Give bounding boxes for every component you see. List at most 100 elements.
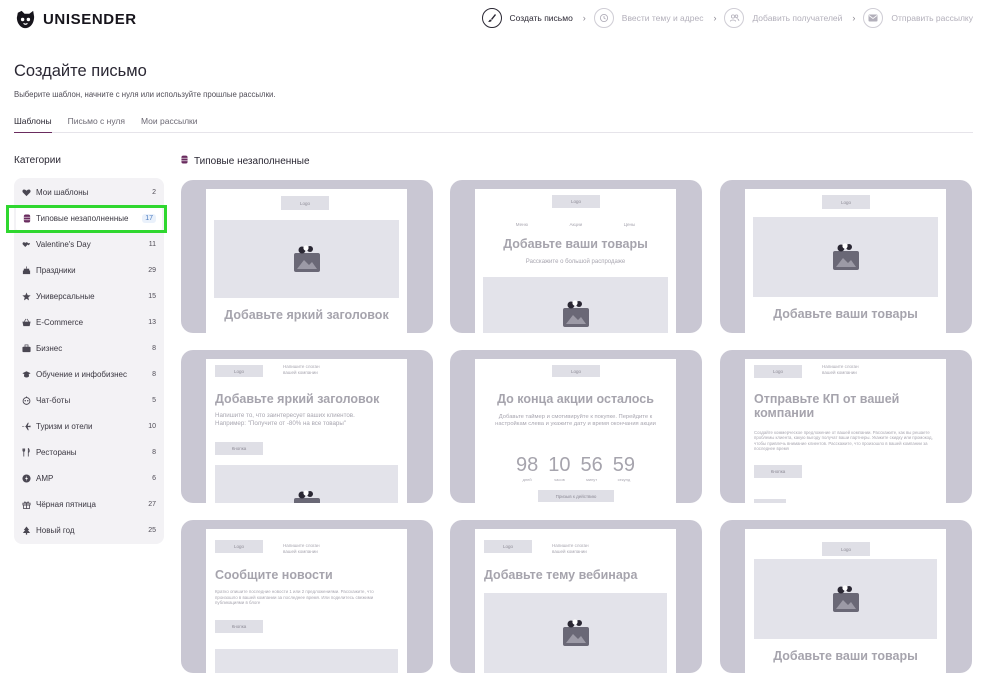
button-label: Кнопка [231, 446, 247, 451]
category-item-valentines-day[interactable]: Valentine's Day 11 [14, 231, 164, 257]
dog-logo-icon [16, 10, 35, 29]
graduation-cap-icon [22, 370, 31, 379]
template-heading: Сообщите новости [215, 568, 333, 582]
categories-list: Мои шаблоны 2 Типовые незаполненные 17 V… [14, 178, 164, 544]
image-icon [832, 243, 859, 270]
category-item-restaurants[interactable]: Рестораны 8 [14, 439, 164, 465]
category-item-ecommerce[interactable]: E-Commerce 13 [14, 309, 164, 335]
category-item-black-friday[interactable]: Чёрная пятница 27 [14, 491, 164, 517]
tabs-bar: Шаблоны Письмо с нуля Мои рассылки [14, 116, 973, 133]
category-label: Чат-боты [36, 395, 71, 405]
menu-row: Меню Акции Цены [475, 222, 676, 227]
amp-bolt-icon [22, 473, 31, 483]
category-label: Универсальные [36, 291, 95, 301]
logo-label: Logo [772, 369, 783, 374]
step-send-mailing[interactable]: Отправить рассылку [863, 8, 973, 28]
top-bar: UNISENDER Создать письмо › Ввести тему и… [0, 0, 999, 40]
slogan-text: Напишите слоган вашей компании [552, 543, 589, 554]
image-placeholder [214, 220, 399, 298]
template-card-bright-headline-text[interactable]: Logo Напишите слоган вашей компании Доба… [181, 350, 433, 503]
image-placeholder [215, 465, 398, 503]
image-icon [293, 490, 320, 503]
timer-hours: 10 часов [548, 455, 570, 482]
tab-my-mailings[interactable]: Мои рассылки [141, 116, 198, 133]
category-label: Типовые незаполненные [36, 213, 129, 223]
template-card-products-sale[interactable]: Logo Меню Акции Цены Добавьте ваши товар… [450, 180, 702, 333]
briefcase-icon [22, 344, 31, 353]
timer-unit: секунд [617, 477, 631, 482]
category-label: Праздники [36, 265, 76, 275]
step-subject-address[interactable]: Ввести тему и адрес [593, 8, 704, 28]
template-text: Напишите то, что заинтересует ваших клие… [215, 412, 355, 427]
category-item-education[interactable]: Обучение и инфобизнес 8 [14, 361, 164, 387]
page-subtitle: Выберите шаблон, начните с нуля или испо… [14, 90, 276, 99]
template-card-webinar[interactable]: Logo Напишите слоган вашей компании Доба… [450, 520, 702, 673]
category-item-new-year[interactable]: Новый год 25 [14, 517, 164, 543]
template-text: Создайте коммерческое предложение от ваш… [754, 430, 933, 452]
brand-name: UNISENDER [43, 11, 137, 28]
category-item-my-templates[interactable]: Мои шаблоны 2 [14, 179, 164, 205]
template-preview: Logo Напишите слоган вашей компании Сооб… [206, 529, 407, 673]
template-card-products[interactable]: Logo Добавьте ваши товары [720, 180, 972, 333]
button-label: Кнопка [770, 469, 786, 474]
envelope-icon [863, 8, 884, 28]
timer-value: 98 [516, 454, 539, 476]
step-create-letter[interactable]: Создать письмо [481, 8, 573, 28]
template-heading: Добавьте яркий заголовок [224, 308, 389, 322]
category-count: 27 [148, 500, 156, 508]
image-icon [293, 245, 320, 272]
step-add-recipients[interactable]: Добавить получателей [724, 8, 842, 28]
logo-label: Logo [570, 368, 581, 374]
category-label: Valentine's Day [36, 239, 91, 249]
tree-icon [22, 525, 31, 535]
users-icon [724, 8, 745, 28]
category-label: AMP [36, 473, 54, 483]
template-preview: Logo Напишите слоган вашей компании Доба… [475, 529, 676, 673]
image-placeholder [754, 499, 786, 503]
template-text: Кратко опишите последние новости 1 или 2… [215, 589, 374, 605]
tab-from-scratch[interactable]: Письмо с нуля [68, 116, 125, 133]
timer-minutes: 56 минут [581, 455, 603, 482]
brush-icon [481, 8, 502, 28]
star-icon [22, 291, 31, 301]
airplane-icon [22, 422, 31, 431]
slogan-text: Напишите слоган вашей компании [283, 543, 320, 554]
template-card-news[interactable]: Logo Напишите слоган вашей компании Сооб… [181, 520, 433, 673]
brand-logo[interactable]: UNISENDER [14, 8, 137, 31]
tab-templates[interactable]: Шаблоны [14, 116, 52, 133]
template-card-products-2[interactable]: Logo Добавьте ваши товары [720, 520, 972, 673]
cake-icon [22, 265, 31, 275]
image-placeholder [484, 593, 667, 673]
category-count: 17 [142, 213, 156, 223]
timer-value: 59 [612, 454, 635, 476]
slogan-text: Напишите слоган вашей компании [283, 364, 320, 375]
template-subheading: Расскажите о большой распродаже [525, 259, 626, 265]
category-count: 29 [148, 266, 156, 274]
timer-unit: дней [522, 477, 532, 482]
template-card-bright-headline[interactable]: Logo Добавьте яркий заголовок [181, 180, 433, 333]
category-label: E-Commerce [36, 317, 84, 327]
category-item-chatbots[interactable]: Чат-боты 5 [14, 387, 164, 413]
template-card-countdown[interactable]: Logo До конца акции осталось Добавьте та… [450, 350, 702, 503]
menu-item: Цены [623, 222, 636, 227]
section-title: Типовые незаполненные [181, 155, 310, 167]
category-item-business[interactable]: Бизнес 8 [14, 335, 164, 361]
category-item-amp[interactable]: AMP 6 [14, 465, 164, 491]
template-heading: Отправьте КП от вашей компании [754, 392, 900, 420]
category-label: Новый год [36, 525, 75, 535]
chevron-right-icon: › [713, 13, 717, 23]
step-label: Ввести тему и адрес [621, 13, 704, 23]
category-item-holidays[interactable]: Праздники 29 [14, 257, 164, 283]
countdown-timer: 98 дней 10 часов 56 минут 59 секунд [475, 455, 676, 482]
logo-label: Logo [840, 199, 851, 205]
category-item-tourism[interactable]: Туризм и отели 10 [14, 413, 164, 439]
template-preview: Logo Добавьте яркий заголовок [206, 189, 407, 333]
page-title: Создайте письмо [14, 62, 147, 80]
template-heading: Добавьте яркий заголовок [215, 392, 380, 406]
template-preview: Logo Добавьте ваши товары [745, 529, 946, 673]
step-label: Создать письмо [509, 13, 573, 23]
chevron-right-icon: › [852, 13, 856, 23]
category-item-universal[interactable]: Универсальные 15 [14, 283, 164, 309]
template-card-commercial-offer[interactable]: Logo Напишите слоган вашей компании Отпр… [720, 350, 972, 503]
category-item-typical-empty[interactable]: Типовые незаполненные 17 [16, 205, 162, 231]
